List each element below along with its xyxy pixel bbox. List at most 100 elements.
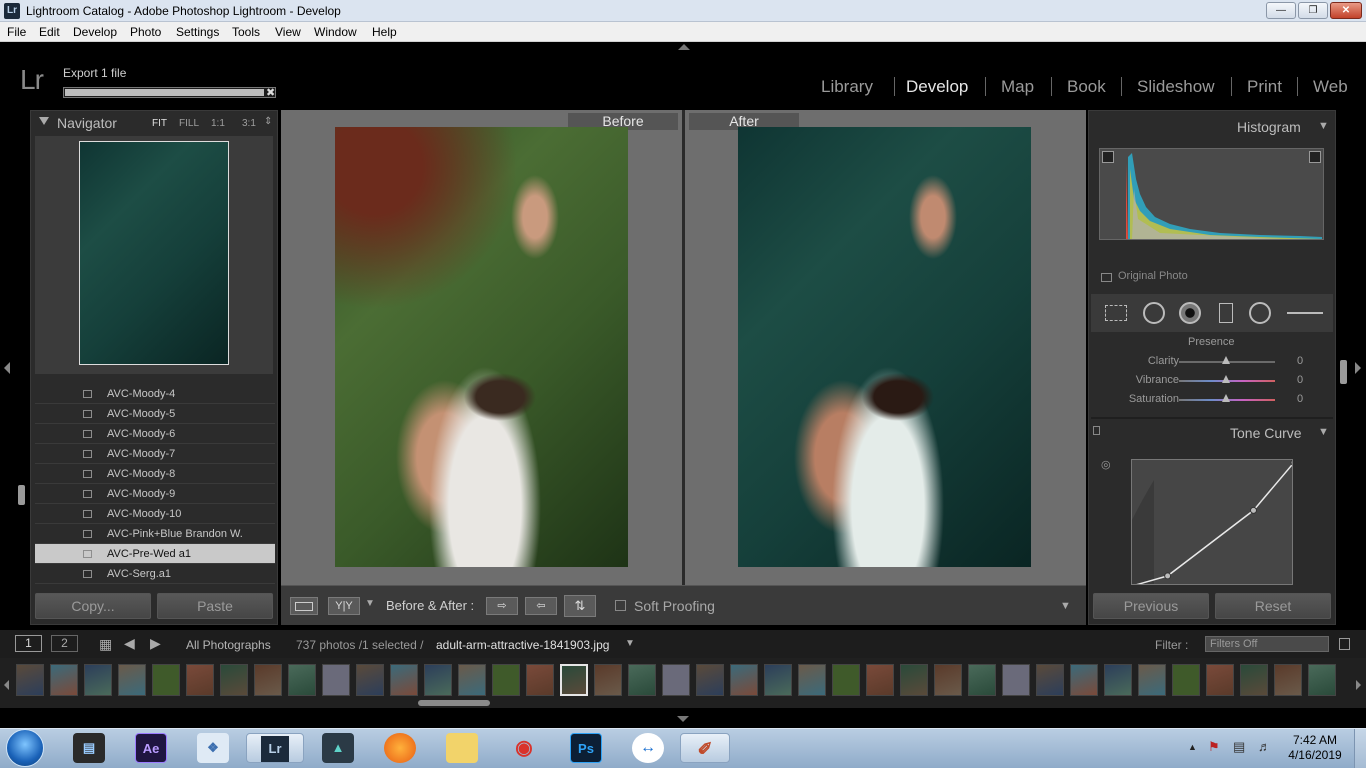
grid-view-icon[interactable]: ▦ <box>99 636 112 653</box>
saturation-value[interactable]: 0 <box>1297 393 1303 405</box>
filmstrip-thumbnail[interactable] <box>152 664 180 696</box>
panel-toggle-switch[interactable] <box>1093 426 1100 435</box>
secondary-window-button[interactable]: 2 <box>51 635 78 652</box>
menu-tools[interactable]: Tools <box>232 25 260 39</box>
target-adjust-icon[interactable]: ◎ <box>1101 458 1111 471</box>
histogram-title[interactable]: Histogram <box>1237 119 1301 135</box>
photoshop-icon[interactable]: Ps <box>570 733 602 763</box>
copy-after-to-before-icon[interactable]: ⇦ <box>525 597 557 615</box>
menu-edit[interactable]: Edit <box>39 25 60 39</box>
tone-curve-point[interactable] <box>1250 506 1257 514</box>
radial-filter-icon[interactable] <box>1249 302 1271 324</box>
module-slideshow[interactable]: Slideshow <box>1137 77 1215 97</box>
filmstrip-scroll-right-icon[interactable] <box>1356 680 1361 690</box>
filmstrip-thumbnail[interactable] <box>764 664 792 696</box>
lightroom-taskbar-button[interactable]: Lr <box>246 733 304 763</box>
cancel-export-icon[interactable]: ✖ <box>266 86 275 99</box>
filmstrip-thumbnail[interactable] <box>934 664 962 696</box>
preset-item-selected[interactable]: AVC-Pre-Wed a1 <box>35 544 275 564</box>
chevron-down-icon[interactable]: ▼ <box>365 598 375 609</box>
vibrance-value[interactable]: 0 <box>1297 374 1303 386</box>
filmstrip-thumbnail[interactable] <box>1206 664 1234 696</box>
menu-help[interactable]: Help <box>372 25 397 39</box>
module-develop[interactable]: Develop <box>906 77 968 97</box>
preset-item[interactable]: AVC-Moody-4 <box>35 384 275 404</box>
back-arrow-icon[interactable]: ◀ <box>124 635 135 652</box>
menu-settings[interactable]: Settings <box>176 25 219 39</box>
filmstrip-thumbnail[interactable] <box>322 664 350 696</box>
vibrance-knob[interactable] <box>1222 375 1230 383</box>
close-button[interactable]: ✕ <box>1330 2 1362 19</box>
show-desktop-button[interactable] <box>1354 729 1366 768</box>
filmstrip-thumbnail[interactable] <box>390 664 418 696</box>
action-center-icon[interactable]: ⚑ <box>1208 739 1220 755</box>
menu-file[interactable]: File <box>7 25 26 39</box>
source-label[interactable]: All Photographs <box>186 638 271 652</box>
zoom-fill[interactable]: FILL <box>179 118 199 129</box>
menu-window[interactable]: Window <box>314 25 357 39</box>
previous-button[interactable]: Previous <box>1093 593 1209 619</box>
filmstrip-thumbnail[interactable] <box>900 664 928 696</box>
file-explorer-icon[interactable] <box>446 733 478 763</box>
filmstrip-thumbnail[interactable] <box>288 664 316 696</box>
copy-before-to-after-icon[interactable]: ⇨ <box>486 597 518 615</box>
filmstrip-thumbnail[interactable] <box>1274 664 1302 696</box>
menu-view[interactable]: View <box>275 25 301 39</box>
preset-item[interactable]: AVC-Moody-7 <box>35 444 275 464</box>
filmstrip-thumbnail[interactable] <box>662 664 690 696</box>
preset-item[interactable]: AVC-Pink+Blue Brandon W. <box>35 524 275 544</box>
right-panel-scrollbar[interactable] <box>1340 360 1347 384</box>
volume-icon[interactable]: ♬ <box>1258 739 1271 754</box>
crop-icon[interactable] <box>1105 305 1127 321</box>
tone-curve-point[interactable] <box>1290 460 1293 466</box>
collapse-triangle-icon[interactable]: ▼ <box>1318 426 1329 438</box>
clarity-knob[interactable] <box>1222 356 1230 364</box>
clarity-value[interactable]: 0 <box>1297 355 1303 367</box>
tone-curve-point[interactable] <box>1164 572 1172 580</box>
copy-button[interactable]: Copy... <box>35 593 151 619</box>
filmstrip-thumbnail[interactable] <box>1240 664 1268 696</box>
filter-lock-icon[interactable] <box>1339 638 1350 650</box>
filmstrip-thumbnail[interactable] <box>50 664 78 696</box>
module-book[interactable]: Book <box>1067 77 1106 97</box>
graduated-filter-icon[interactable] <box>1219 303 1233 323</box>
filmstrip-thumbnail[interactable] <box>526 664 554 696</box>
preset-item[interactable]: AVC-Moody-9 <box>35 484 275 504</box>
after-effects-icon[interactable]: Ae <box>135 733 167 763</box>
filmstrip-thumbnail[interactable] <box>560 664 588 696</box>
filmstrip-thumbnail[interactable] <box>696 664 724 696</box>
after-photo[interactable] <box>738 127 1031 567</box>
loupe-view-button[interactable] <box>290 597 318 615</box>
screen-recorder-icon[interactable]: ◉ <box>508 733 540 763</box>
collapse-triangle-icon[interactable] <box>39 117 49 125</box>
network-icon[interactable]: ▤ <box>1233 739 1245 755</box>
vibrance-slider[interactable]: Vibrance 0 <box>1089 372 1329 390</box>
selected-filename[interactable]: adult-arm-attractive-1841903.jpg <box>436 638 609 652</box>
filename-chevron-icon[interactable]: ▼ <box>625 638 635 649</box>
restore-button[interactable]: ❐ <box>1298 2 1328 19</box>
filmstrip-thumbnail[interactable] <box>254 664 282 696</box>
before-photo[interactable] <box>335 127 628 567</box>
start-button[interactable] <box>6 729 44 767</box>
forward-arrow-icon[interactable]: ▶ <box>150 635 161 652</box>
shadow-clipping-icon[interactable] <box>1102 151 1114 163</box>
filmstrip-thumbnail[interactable] <box>628 664 656 696</box>
filmstrip-thumbnail[interactable] <box>1308 664 1336 696</box>
panel-toggle-top-icon[interactable] <box>678 44 690 50</box>
soft-proofing-checkbox[interactable] <box>615 600 626 611</box>
filmstrip-thumbnail[interactable] <box>968 664 996 696</box>
filmstrip-thumbnail[interactable] <box>84 664 112 696</box>
toolbar-menu-chevron-icon[interactable]: ▼ <box>1060 600 1071 612</box>
paint-icon[interactable]: ✐ <box>680 733 730 763</box>
navigator-title[interactable]: Navigator <box>57 115 117 131</box>
zoom-stepper-icon[interactable]: ⇕ <box>264 116 272 127</box>
app-launcher-icon[interactable]: ❖ <box>197 733 229 763</box>
system-clock[interactable]: 7:42 AM 4/16/2019 <box>1280 733 1350 763</box>
module-print[interactable]: Print <box>1247 77 1282 97</box>
module-library[interactable]: Library <box>821 77 873 97</box>
tone-curve-title[interactable]: Tone Curve <box>1230 425 1302 441</box>
filmora-icon[interactable]: ▲ <box>322 733 354 763</box>
navigator-preview-image[interactable] <box>79 141 229 365</box>
paste-button[interactable]: Paste <box>157 593 273 619</box>
saturation-slider[interactable]: Saturation 0 <box>1089 391 1329 409</box>
